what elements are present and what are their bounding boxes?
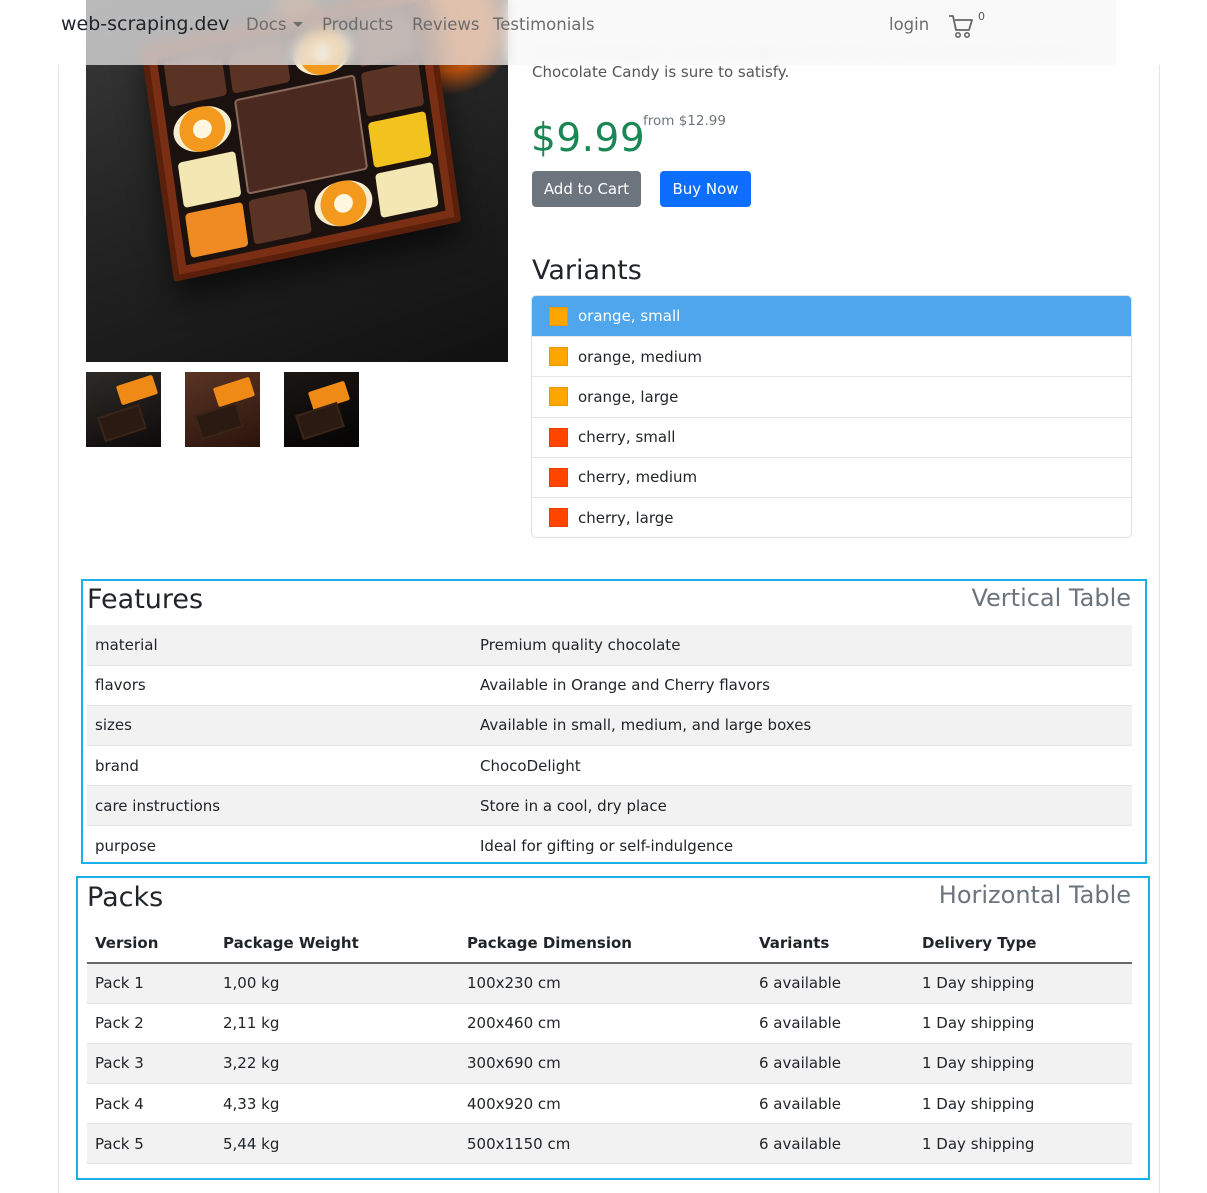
feature-value: Available in Orange and Cherry flavors	[472, 664, 1132, 706]
color-swatch-icon	[549, 467, 568, 487]
cell-weight: 4,33 kg	[215, 1083, 459, 1124]
table-row: material Premium quality chocolate	[87, 625, 1132, 666]
login-link[interactable]: login	[889, 15, 929, 34]
variant-label: orange, small	[578, 307, 681, 326]
brand-logo-link[interactable]: web-scraping.dev	[61, 13, 229, 35]
cell-weight: 3,22 kg	[215, 1042, 459, 1084]
feature-key: sizes	[87, 704, 472, 746]
product-thumbnail-2[interactable]	[185, 372, 260, 447]
variant-item[interactable]: orange, small	[532, 296, 1131, 337]
cell-delivery: 1 Day shipping	[914, 1123, 1132, 1165]
variant-label: cherry, medium	[578, 468, 698, 487]
cell-dimension: 200x460 cm	[459, 1002, 751, 1044]
table-row: Pack 4 4,33 kg 400x920 cm 6 available 1 …	[87, 1083, 1132, 1124]
variant-item[interactable]: cherry, small	[532, 416, 1131, 457]
column-header: Package Weight	[215, 923, 459, 964]
cell-version: Pack 5	[87, 1123, 215, 1165]
table-row: flavors Available in Orange and Cherry fl…	[87, 664, 1132, 706]
color-swatch-icon	[549, 427, 568, 447]
price-from: from $12.99	[643, 113, 726, 129]
color-swatch-icon	[549, 387, 568, 407]
add-to-cart-button[interactable]: Add to Cart	[532, 171, 641, 207]
cart-count-badge: 0	[978, 10, 985, 23]
feature-value: ChocoDelight	[472, 745, 1132, 786]
table-row: Pack 1 1,00 kg 100x230 cm 6 available 1 …	[87, 963, 1132, 1004]
features-heading: Features	[87, 584, 204, 615]
cell-version: Pack 4	[87, 1083, 215, 1124]
color-swatch-icon	[549, 508, 568, 528]
variants-list: orange, small orange, medium orange, lar…	[531, 295, 1132, 539]
feature-value: Available in small, medium, and large bo…	[472, 704, 1132, 746]
cell-variants: 6 available	[751, 963, 914, 1004]
table-row: brand ChocoDelight	[87, 745, 1132, 786]
color-swatch-icon	[549, 306, 568, 326]
variant-label: cherry, small	[578, 428, 676, 447]
variant-label: orange, medium	[578, 347, 702, 366]
cell-variants: 6 available	[751, 1123, 914, 1165]
table-row: Pack 5 5,44 kg 500x1150 cm 6 available 1…	[87, 1123, 1132, 1165]
table-row: purpose Ideal for gifting or self-indulge…	[87, 825, 1132, 867]
column-header: Variants	[751, 923, 914, 964]
cell-version: Pack 3	[87, 1042, 215, 1084]
cell-dimension: 500x1150 cm	[459, 1123, 751, 1165]
table-row: sizes Available in small, medium, and lar…	[87, 704, 1132, 746]
table-row: Pack 3 3,22 kg 300x690 cm 6 available 1 …	[87, 1042, 1132, 1084]
nav-products[interactable]: Products	[322, 15, 393, 34]
cell-weight: 5,44 kg	[215, 1123, 459, 1165]
variant-item[interactable]: orange, large	[532, 376, 1131, 416]
variant-label: cherry, large	[578, 508, 674, 527]
column-header: Version	[87, 923, 215, 964]
variant-item[interactable]: cherry, medium	[532, 456, 1131, 497]
cell-delivery: 1 Day shipping	[914, 1083, 1132, 1124]
variant-item[interactable]: orange, medium	[532, 336, 1131, 376]
cell-version: Pack 2	[87, 1002, 215, 1044]
packs-heading: Packs	[87, 882, 164, 913]
cell-weight: 1,00 kg	[215, 963, 459, 1004]
horizontal-table-label: Horizontal Table	[938, 881, 1131, 909]
feature-key: care instructions	[87, 785, 472, 826]
cell-delivery: 1 Day shipping	[914, 963, 1132, 1004]
cell-delivery: 1 Day shipping	[914, 1042, 1132, 1084]
color-swatch-icon	[549, 347, 568, 367]
cell-weight: 2,11 kg	[215, 1002, 459, 1044]
features-table: material Premium quality chocolate flavor…	[87, 625, 1132, 867]
table-header-row: Version Package Weight Package Dimension…	[87, 923, 1132, 964]
packs-table: Version Package Weight Package Dimension…	[87, 923, 1132, 1165]
nav-docs-label: Docs	[246, 15, 287, 34]
feature-value: Store in a cool, dry place	[472, 785, 1132, 826]
cell-variants: 6 available	[751, 1083, 914, 1124]
column-header: Delivery Type	[914, 923, 1132, 964]
feature-value: Premium quality chocolate	[472, 625, 1132, 666]
cell-dimension: 100x230 cm	[459, 963, 751, 1004]
variant-item[interactable]: cherry, large	[532, 496, 1131, 537]
table-row: Pack 2 2,11 kg 200x460 cm 6 available 1 …	[87, 1002, 1132, 1044]
feature-key: purpose	[87, 825, 472, 867]
cell-variants: 6 available	[751, 1042, 914, 1084]
cell-variants: 6 available	[751, 1002, 914, 1044]
caret-down-icon	[293, 22, 304, 27]
feature-value: Ideal for gifting or self-indulgence	[472, 825, 1132, 867]
nav-reviews[interactable]: Reviews	[412, 15, 479, 34]
vertical-table-label: Vertical Table	[971, 584, 1131, 612]
feature-key: flavors	[87, 664, 472, 706]
product-price: $9.99	[531, 116, 646, 161]
product-thumbnail-1[interactable]	[86, 372, 161, 447]
feature-key: material	[87, 625, 472, 666]
feature-key: brand	[87, 745, 472, 786]
shopping-cart-icon[interactable]	[947, 12, 975, 40]
product-thumbnail-3[interactable]	[284, 372, 359, 447]
cell-dimension: 300x690 cm	[459, 1042, 751, 1084]
cell-version: Pack 1	[87, 963, 215, 1004]
variant-label: orange, large	[578, 387, 679, 406]
thumbnail-gallery	[86, 372, 359, 447]
variants-heading: Variants	[532, 255, 642, 286]
buy-now-button[interactable]: Buy Now	[660, 171, 751, 207]
nav-testimonials[interactable]: Testimonials	[493, 15, 595, 34]
nav-docs-dropdown[interactable]: Docs	[246, 15, 304, 34]
table-row: care instructions Store in a cool, dry pl…	[87, 785, 1132, 826]
cell-dimension: 400x920 cm	[459, 1083, 751, 1124]
cell-delivery: 1 Day shipping	[914, 1002, 1132, 1044]
column-header: Package Dimension	[459, 923, 751, 964]
